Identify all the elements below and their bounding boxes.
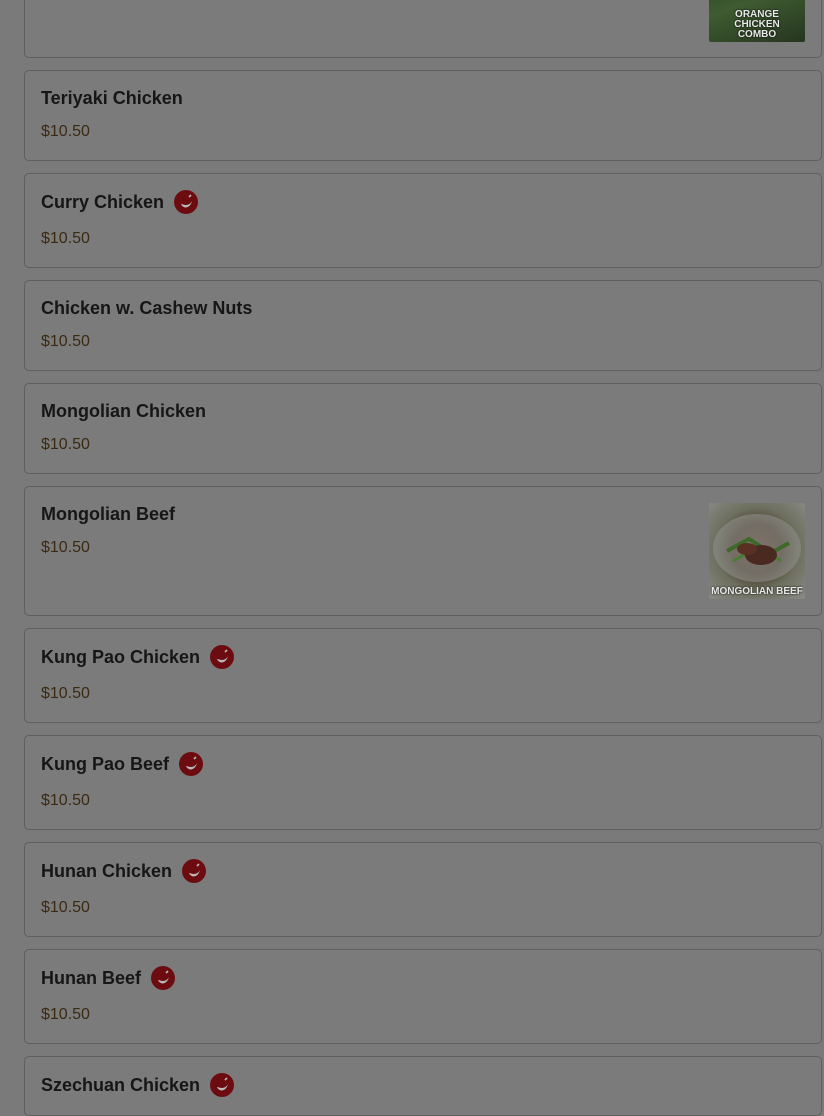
item-image-caption: MONGOLIAN BEEF	[711, 586, 803, 597]
item-price: $10.50	[41, 333, 90, 350]
chili-pepper-icon	[210, 1073, 235, 1097]
menu-item-card[interactable]: Chicken w. Cashew Nuts $10.50	[24, 280, 822, 371]
chili-pepper-icon	[210, 645, 235, 669]
menu-item-card[interactable]: Kung Pao Beef $10.50	[24, 735, 822, 830]
item-image-caption: ORANGE CHICKEN COMBO	[734, 9, 780, 40]
item-price: $10.50	[41, 230, 90, 247]
chili-pepper-icon	[151, 966, 176, 990]
menu-item-card[interactable]: Mongolian Chicken $10.50	[24, 383, 822, 474]
menu-item-card[interactable]: Hunan Chicken $10.50	[24, 842, 822, 937]
item-name: Mongolian Chicken	[41, 401, 207, 421]
item-name: Curry Chicken	[41, 190, 199, 214]
item-name: Kung Pao Chicken	[41, 645, 235, 669]
item-price: $10.50	[41, 539, 90, 556]
chili-pepper-icon	[182, 859, 207, 883]
menu-item-card[interactable]: Kung Pao Chicken $10.50	[24, 628, 822, 723]
item-name: Hunan Chicken	[41, 859, 207, 883]
item-name: Chicken w. Cashew Nuts	[41, 298, 253, 318]
item-price: $10.50	[41, 792, 90, 809]
item-name: Teriyaki Chicken	[41, 88, 183, 108]
item-image: ORANGE CHICKEN COMBO	[709, 0, 805, 42]
menu-item-card[interactable]: ORANGE CHICKEN COMBO	[24, 0, 822, 58]
item-name: Szechuan Chicken	[41, 1073, 235, 1097]
menu-item-card[interactable]: Teriyaki Chicken $10.50	[24, 70, 822, 161]
item-price: $10.50	[41, 899, 90, 916]
item-price: $10.50	[41, 123, 90, 140]
menu-item-card[interactable]: Hunan Beef $10.50	[24, 949, 822, 1044]
item-name: Mongolian Beef	[41, 504, 175, 524]
item-name: Hunan Beef	[41, 966, 176, 990]
item-name: Kung Pao Beef	[41, 752, 204, 776]
item-price: $10.50	[41, 685, 90, 702]
item-image: MONGOLIAN BEEF	[709, 503, 805, 599]
chili-pepper-icon	[179, 752, 204, 776]
menu-item-card[interactable]: Szechuan Chicken	[24, 1056, 822, 1116]
menu-item-card[interactable]: Curry Chicken $10.50	[24, 173, 822, 268]
menu-item-card[interactable]: Mongolian Beef $10.50 MONGOLIAN BEEF	[24, 486, 822, 616]
item-price: $10.50	[41, 1006, 90, 1023]
item-price: $10.50	[41, 436, 90, 453]
chili-pepper-icon	[174, 190, 199, 214]
